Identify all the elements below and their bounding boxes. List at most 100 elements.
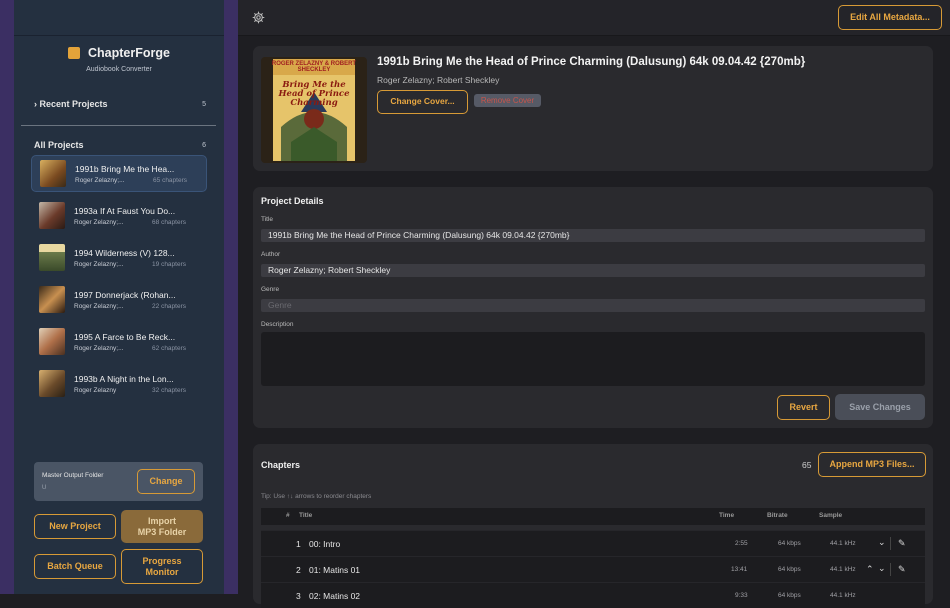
batch-queue-button[interactable]: Batch Queue <box>34 554 116 579</box>
move-down-icon[interactable]: ⌄ <box>878 537 886 548</box>
chapter-sample: 44.1 kHz <box>830 540 856 547</box>
main-content: Edit All Metadata... ROGER ZELAZNY & ROB… <box>238 0 950 608</box>
project-item[interactable]: 1991b Bring Me the Hea... Roger Zelazny;… <box>31 155 207 192</box>
chapter-time: 2:55 <box>735 540 748 547</box>
edit-icon[interactable]: ✎ <box>898 564 906 575</box>
chapter-time: 9:33 <box>735 592 748 599</box>
title-label: Title <box>261 216 274 223</box>
output-folder-path: U <box>42 485 47 491</box>
chapter-title: 02: Matins 02 <box>309 591 361 601</box>
description-label: Description <box>261 321 294 328</box>
project-chapter-count: 68 chapters <box>152 218 186 226</box>
chevron-right-icon: › <box>34 99 37 109</box>
project-cover-thumbnail <box>39 328 65 355</box>
col-title: Title <box>299 512 313 519</box>
genre-label: Genre <box>261 286 280 293</box>
import-mp3-folder-button[interactable]: Import MP3 Folder <box>121 510 203 543</box>
new-project-button[interactable]: New Project <box>34 514 116 539</box>
col-bitrate: Bitrate <box>767 512 788 519</box>
all-projects-label: All Projects <box>34 140 84 150</box>
book-cover-image: ROGER ZELAZNY & ROBERT SHECKLEY Bring Me… <box>261 57 367 163</box>
project-author: Roger Zelazny;... <box>74 260 124 268</box>
recent-projects-header[interactable]: › Recent Projects 5 <box>14 99 224 109</box>
chapter-number: 3 <box>296 591 301 601</box>
chapter-bitrate: 64 kbps <box>778 566 801 573</box>
brand: ChapterForge Audiobook Converter <box>14 46 224 73</box>
project-title: 1994 Wilderness (V) 128... <box>74 247 175 258</box>
reorder-tip: Tip: Use ↑↓ arrows to reorder chapters <box>261 493 372 500</box>
all-projects-header: All Projects 6 <box>14 140 224 150</box>
project-item[interactable]: 1997 Donnerjack (Rohan... Roger Zelazny;… <box>31 281 207 318</box>
change-cover-button[interactable]: Change Cover... <box>377 90 468 114</box>
project-cover-thumbnail <box>40 160 66 187</box>
chapter-bitrate: 64 kbps <box>778 592 801 599</box>
sidebar-edge-strip <box>224 0 238 594</box>
table-row[interactable]: 2 01: Matins 01 13:41 64 kbps 44.1 kHz ⌃… <box>261 556 925 582</box>
chapter-sample: 44.1 kHz <box>830 566 856 573</box>
chapters-card: Chapters 65 Append MP3 Files... Tip: Use… <box>253 444 933 608</box>
chapter-bitrate: 64 kbps <box>778 540 801 547</box>
gear-icon[interactable] <box>252 11 265 24</box>
output-folder-label: Master Output Folder <box>42 472 104 479</box>
table-row[interactable]: 1 00: Intro 2:55 64 kbps 44.1 kHz ⌄ ✎ <box>261 530 925 556</box>
author-field[interactable]: Roger Zelazny; Robert Sheckley <box>261 264 925 277</box>
edit-icon[interactable]: ✎ <box>898 538 906 549</box>
author-label: Author <box>261 251 281 258</box>
project-item[interactable]: 1993a If At Faust You Do... Roger Zelazn… <box>31 197 207 234</box>
left-edge-strip <box>0 0 14 594</box>
recent-projects-label: Recent Projects <box>39 99 108 109</box>
project-chapter-count: 62 chapters <box>152 344 186 352</box>
project-details-title: Project Details <box>261 196 324 206</box>
project-chapter-count: 65 chapters <box>153 176 187 184</box>
sidebar-divider <box>21 125 216 126</box>
app-name: ChapterForge <box>88 46 170 60</box>
project-cover-thumbnail <box>39 286 65 313</box>
progress-monitor-button[interactable]: Progress Monitor <box>121 549 203 584</box>
project-author: Roger Zelazny;... <box>74 344 124 352</box>
chapters-table-header: # Title Time Bitrate Sample <box>261 508 925 525</box>
project-title: 1997 Donnerjack (Rohan... <box>74 289 176 300</box>
append-mp3-files-button[interactable]: Append MP3 Files... <box>818 452 926 477</box>
recent-projects-count: 5 <box>202 100 206 108</box>
chapter-number: 1 <box>296 539 301 549</box>
top-toolbar: Edit All Metadata... <box>238 0 950 36</box>
app-logo-icon <box>68 47 81 59</box>
project-item[interactable]: 1993b A Night in the Lon... Roger Zelazn… <box>31 365 207 402</box>
app-subtitle: Audiobook Converter <box>86 66 152 73</box>
table-row[interactable]: 3 02: Matins 02 9:33 64 kbps 44.1 kHz <box>261 582 925 608</box>
all-projects-count: 6 <box>202 141 206 149</box>
project-title: 1991b Bring Me the Hea... <box>75 163 175 174</box>
genre-field[interactable]: Genre <box>261 299 925 312</box>
project-author: Roger Zelazny;... <box>75 176 125 184</box>
cover-author-text: ROGER ZELAZNY & ROBERT SHECKLEY <box>271 61 357 73</box>
col-time: Time <box>719 512 735 519</box>
change-output-button[interactable]: Change <box>137 469 195 494</box>
project-item[interactable]: 1995 A Farce to Be Reck... Roger Zelazny… <box>31 323 207 360</box>
project-author: Roger Zelazny <box>74 386 117 394</box>
move-down-icon[interactable]: ⌄ <box>878 563 886 574</box>
project-title: 1993a If At Faust You Do... <box>74 205 176 216</box>
project-item[interactable]: 1994 Wilderness (V) 128... Roger Zelazny… <box>31 239 207 276</box>
revert-button[interactable]: Revert <box>777 395 830 420</box>
chapters-count: 65 <box>802 460 812 470</box>
move-up-icon[interactable]: ⌃ <box>866 564 874 575</box>
book-header-card: ROGER ZELAZNY & ROBERT SHECKLEY Bring Me… <box>253 46 933 171</box>
book-title: 1991b Bring Me the Head of Prince Charmi… <box>377 56 806 68</box>
save-changes-button[interactable]: Save Changes <box>835 394 925 420</box>
project-author: Roger Zelazny;... <box>74 218 124 226</box>
remove-cover-button[interactable]: Remove Cover <box>474 94 541 107</box>
edit-all-metadata-button[interactable]: Edit All Metadata... <box>838 5 942 30</box>
project-cover-thumbnail <box>39 370 65 397</box>
chapter-title: 01: Matins 01 <box>309 565 361 575</box>
description-field[interactable] <box>261 332 925 386</box>
project-chapter-count: 22 chapters <box>152 302 186 310</box>
project-chapter-count: 32 chapters <box>152 386 186 394</box>
sidebar-toolbar <box>14 0 224 36</box>
chapter-sample: 44.1 kHz <box>830 592 856 599</box>
project-chapter-count: 19 chapters <box>152 260 186 268</box>
project-title: 1995 A Farce to Be Reck... <box>74 331 176 342</box>
col-sample: Sample <box>819 512 843 519</box>
title-field[interactable]: 1991b Bring Me the Head of Prince Charmi… <box>261 229 925 242</box>
project-details-card: Project Details Title 1991b Bring Me the… <box>253 187 933 428</box>
master-output-folder: Master Output Folder U Change <box>34 462 203 501</box>
